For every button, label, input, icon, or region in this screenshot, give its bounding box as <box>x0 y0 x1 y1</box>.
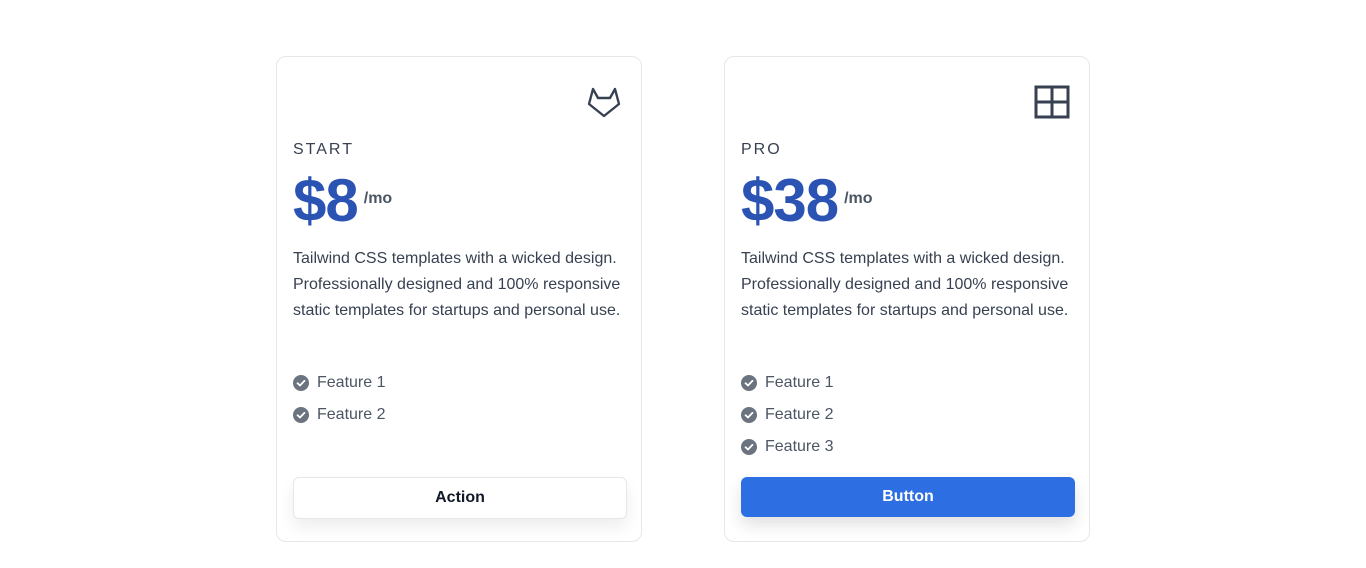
feature-label: Feature 3 <box>765 438 834 455</box>
feature-label: Feature 2 <box>317 406 386 423</box>
feature-label: Feature 1 <box>317 374 386 391</box>
grid-icon <box>1033 84 1071 120</box>
check-circle-icon <box>741 375 757 391</box>
check-circle-icon <box>293 407 309 423</box>
gitlab-icon <box>585 84 623 120</box>
primary-button[interactable]: Button <box>741 477 1075 517</box>
plan-tier: PRO <box>741 141 782 158</box>
check-circle-icon <box>741 407 757 423</box>
feature-list: Feature 1 Feature 2 <box>293 367 385 431</box>
plan-price: $8 <box>293 167 359 234</box>
feature-label: Feature 2 <box>765 406 834 423</box>
plan-price: $38 <box>741 167 839 234</box>
pricing-card-pro: PRO $38 /mo Tailwind CSS templates with … <box>724 56 1090 542</box>
check-circle-icon <box>293 375 309 391</box>
feature-label: Feature 1 <box>765 374 834 391</box>
plan-period: /mo <box>363 190 393 207</box>
feature-item: Feature 1 <box>741 367 833 399</box>
feature-item: Feature 3 <box>741 431 833 463</box>
price-row: $38 /mo <box>741 167 873 235</box>
feature-list: Feature 1 Feature 2 Feature 3 <box>741 367 833 463</box>
plan-description: Tailwind CSS templates with a wicked des… <box>293 250 621 319</box>
price-row: $8 /mo <box>293 167 392 235</box>
plan-period: /mo <box>844 190 873 207</box>
action-button[interactable]: Action <box>293 477 627 519</box>
feature-item: Feature 1 <box>293 367 385 399</box>
plan-description: Tailwind CSS templates with a wicked des… <box>741 250 1069 319</box>
feature-item: Feature 2 <box>741 399 833 431</box>
pricing-card-start: START $8 /mo Tailwind CSS templates with… <box>276 56 642 542</box>
plan-tier: START <box>293 141 354 158</box>
feature-item: Feature 2 <box>293 399 385 431</box>
check-circle-icon <box>741 439 757 455</box>
